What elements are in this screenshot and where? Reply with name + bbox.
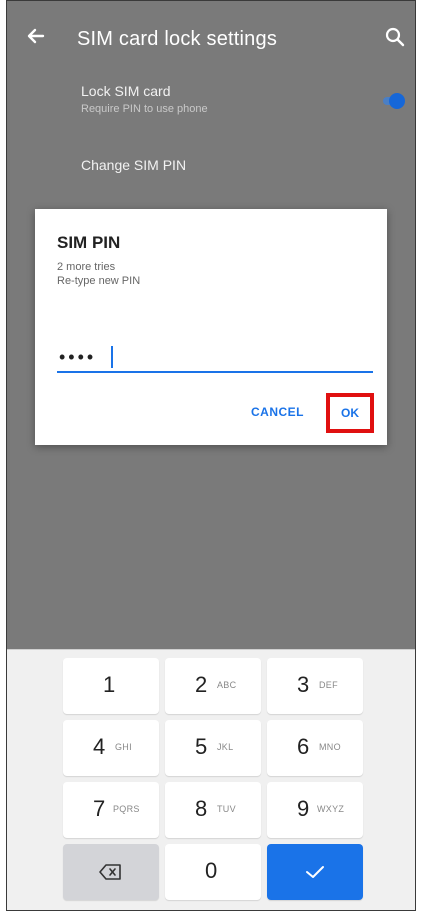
back-arrow-icon[interactable] xyxy=(21,21,51,51)
key-8-digit: 8 xyxy=(195,796,208,821)
sim-pin-dialog: SIM PIN 2 more tries Re-type new PIN CAN… xyxy=(35,209,387,445)
key-5-digit: 5 xyxy=(195,734,208,759)
dialog-instruction: Re-type new PIN xyxy=(57,275,141,287)
key-4-letters: GHI xyxy=(115,742,132,752)
key-4[interactable]: 4 GHI xyxy=(63,720,159,776)
done-key[interactable] xyxy=(267,844,363,900)
key-3[interactable]: 3 DEF xyxy=(267,658,363,714)
cancel-button[interactable]: CANCEL xyxy=(251,405,304,419)
search-icon[interactable] xyxy=(381,23,409,51)
toggle-knob xyxy=(389,93,405,109)
ok-button-label: OK xyxy=(341,406,359,420)
lock-sim-toggle[interactable] xyxy=(383,93,405,109)
ok-button[interactable]: OK xyxy=(326,393,374,433)
text-caret xyxy=(111,346,113,368)
key-0-digit: 0 xyxy=(205,858,218,883)
key-8-letters: TUV xyxy=(217,804,236,814)
key-3-digit: 3 xyxy=(297,672,310,697)
change-sim-pin-row[interactable]: Change SIM PIN xyxy=(81,157,186,173)
dialog-title: SIM PIN xyxy=(57,233,121,252)
lock-sim-card-title: Lock SIM card xyxy=(81,83,171,99)
key-7-digit: 7 xyxy=(93,796,106,821)
app-bar: SIM card lock settings xyxy=(7,1,415,73)
lock-sim-card-row[interactable]: Lock SIM card Require PIN to use phone xyxy=(81,83,208,115)
settings-screen-dimmed: SIM card lock settings Lock SIM card Req… xyxy=(7,1,415,649)
key-2-digit: 2 xyxy=(195,672,208,697)
key-7[interactable]: 7 PQRS xyxy=(63,782,159,838)
checkmark-icon xyxy=(267,844,363,900)
key-9[interactable]: 9 WXYZ xyxy=(267,782,363,838)
key-6-digit: 6 xyxy=(297,734,310,759)
backspace-key[interactable] xyxy=(63,844,159,900)
key-4-digit: 4 xyxy=(93,734,106,759)
key-9-digit: 9 xyxy=(297,796,310,821)
key-1[interactable]: 1 xyxy=(63,658,159,714)
dialog-tries-remaining: 2 more tries xyxy=(57,261,116,273)
backspace-icon xyxy=(63,844,159,900)
key-5[interactable]: 5 JKL xyxy=(165,720,261,776)
numeric-keypad: 1 2 ABC 3 DEF 4 GHI 5 JKL 6 MNO 7 PQRS 8 xyxy=(7,649,415,910)
key-6[interactable]: 6 MNO xyxy=(267,720,363,776)
key-8[interactable]: 8 TUV xyxy=(165,782,261,838)
key-0[interactable]: 0 xyxy=(165,844,261,900)
key-7-letters: PQRS xyxy=(113,804,140,814)
key-3-letters: DEF xyxy=(319,680,338,690)
device-frame: SIM card lock settings Lock SIM card Req… xyxy=(6,0,416,911)
key-5-letters: JKL xyxy=(217,742,234,752)
key-2-letters: ABC xyxy=(217,680,237,690)
key-6-letters: MNO xyxy=(319,742,341,752)
key-2[interactable]: 2 ABC xyxy=(165,658,261,714)
lock-sim-card-subtitle: Require PIN to use phone xyxy=(81,103,208,115)
key-1-digit: 1 xyxy=(103,672,116,697)
pin-input[interactable] xyxy=(57,343,373,373)
key-9-letters: WXYZ xyxy=(317,804,345,814)
page-title: SIM card lock settings xyxy=(77,28,278,50)
